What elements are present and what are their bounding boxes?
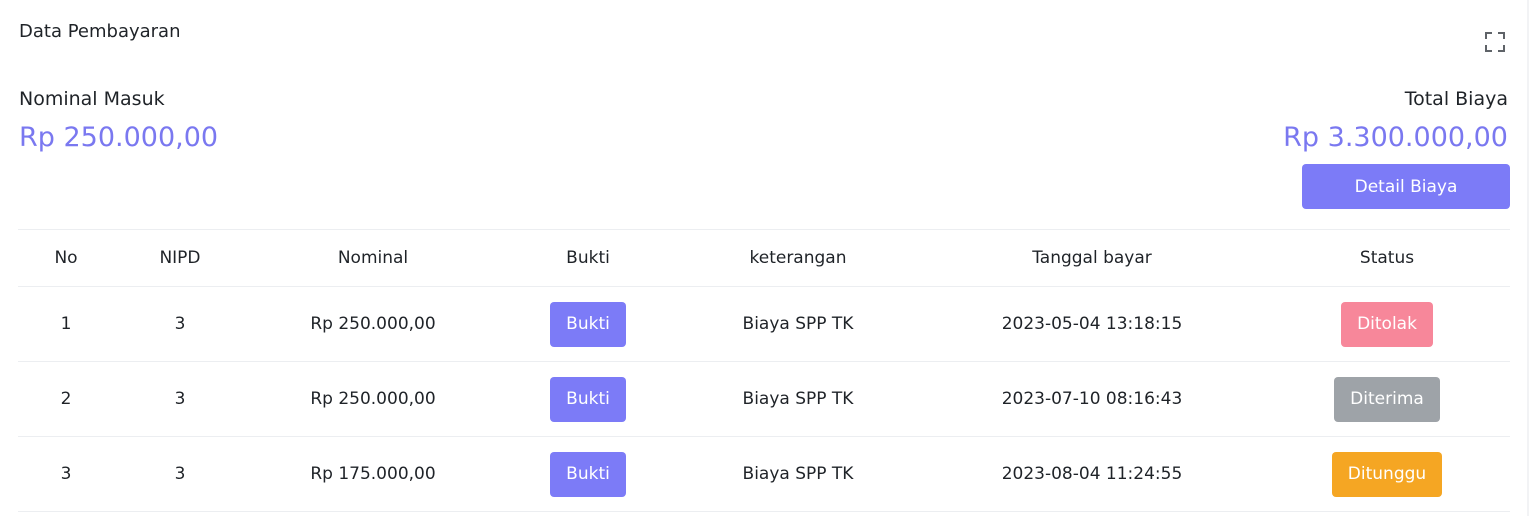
cell-tanggal: 2023-07-10 08:16:43 bbox=[920, 361, 1264, 437]
status-badge: Ditunggu bbox=[1331, 451, 1443, 497]
cell-no: 2 bbox=[18, 361, 114, 437]
cell-nominal: Rp 175.000,00 bbox=[246, 436, 500, 512]
table-row: 3 3 Rp 175.000,00 Bukti Biaya SPP TK 202… bbox=[18, 436, 1510, 512]
cell-keterangan: Biaya SPP TK bbox=[676, 361, 920, 437]
cell-bukti: Bukti bbox=[500, 286, 676, 362]
fullscreen-expand-icon[interactable] bbox=[1484, 31, 1506, 53]
cell-status: Ditunggu bbox=[1264, 436, 1510, 512]
cell-keterangan: Biaya SPP TK bbox=[676, 436, 920, 512]
cell-nipd: 3 bbox=[114, 361, 246, 437]
nominal-masuk-summary: Nominal Masuk Rp 250.000,00 bbox=[19, 86, 218, 155]
nominal-masuk-value: Rp 250.000,00 bbox=[19, 122, 219, 153]
payment-table: No NIPD Nominal Bukti keterangan Tanggal… bbox=[18, 229, 1510, 512]
cell-bukti: Bukti bbox=[500, 361, 676, 437]
column-header-status: Status bbox=[1264, 229, 1510, 287]
cell-nominal: Rp 250.000,00 bbox=[246, 361, 500, 437]
cell-nipd: 3 bbox=[114, 286, 246, 362]
cell-nominal: Rp 250.000,00 bbox=[246, 286, 500, 362]
status-badge: Diterima bbox=[1334, 376, 1440, 422]
status-badge: Ditolak bbox=[1341, 301, 1433, 347]
table-header-row: No NIPD Nominal Bukti keterangan Tanggal… bbox=[18, 229, 1510, 287]
column-header-no: No bbox=[18, 229, 114, 287]
nominal-masuk-label: Nominal Masuk bbox=[19, 88, 165, 110]
column-header-bukti: Bukti bbox=[500, 229, 676, 287]
cell-bukti: Bukti bbox=[500, 436, 676, 512]
total-biaya-label: Total Biaya bbox=[1404, 88, 1508, 110]
card-title: Data Pembayaran bbox=[19, 21, 181, 42]
bukti-button[interactable]: Bukti bbox=[550, 301, 626, 347]
bukti-button[interactable]: Bukti bbox=[550, 451, 626, 497]
cell-no: 1 bbox=[18, 286, 114, 362]
cell-status: Diterima bbox=[1264, 361, 1510, 437]
cell-tanggal: 2023-05-04 13:18:15 bbox=[920, 286, 1264, 362]
cell-nipd: 3 bbox=[114, 436, 246, 512]
detail-biaya-button[interactable]: Detail Biaya bbox=[1302, 164, 1510, 209]
table-row: 1 3 Rp 250.000,00 Bukti Biaya SPP TK 202… bbox=[18, 286, 1510, 362]
cell-status: Ditolak bbox=[1264, 286, 1510, 362]
column-header-keterangan: keterangan bbox=[676, 229, 920, 287]
bukti-button[interactable]: Bukti bbox=[550, 376, 626, 422]
cell-tanggal: 2023-08-04 11:24:55 bbox=[920, 436, 1264, 512]
cell-no: 3 bbox=[18, 436, 114, 512]
cell-keterangan: Biaya SPP TK bbox=[676, 286, 920, 362]
column-header-nipd: NIPD bbox=[114, 229, 246, 287]
table-row: 2 3 Rp 250.000,00 Bukti Biaya SPP TK 202… bbox=[18, 361, 1510, 437]
column-header-tanggal-bayar: Tanggal bayar bbox=[920, 229, 1264, 287]
column-header-nominal: Nominal bbox=[246, 229, 500, 287]
total-biaya-summary: Total Biaya Rp 3.300.000,00 bbox=[1283, 86, 1508, 155]
total-biaya-value: Rp 3.300.000,00 bbox=[1283, 122, 1508, 153]
payment-card: Data Pembayaran Nominal Masuk Rp 250.000… bbox=[0, 0, 1527, 516]
